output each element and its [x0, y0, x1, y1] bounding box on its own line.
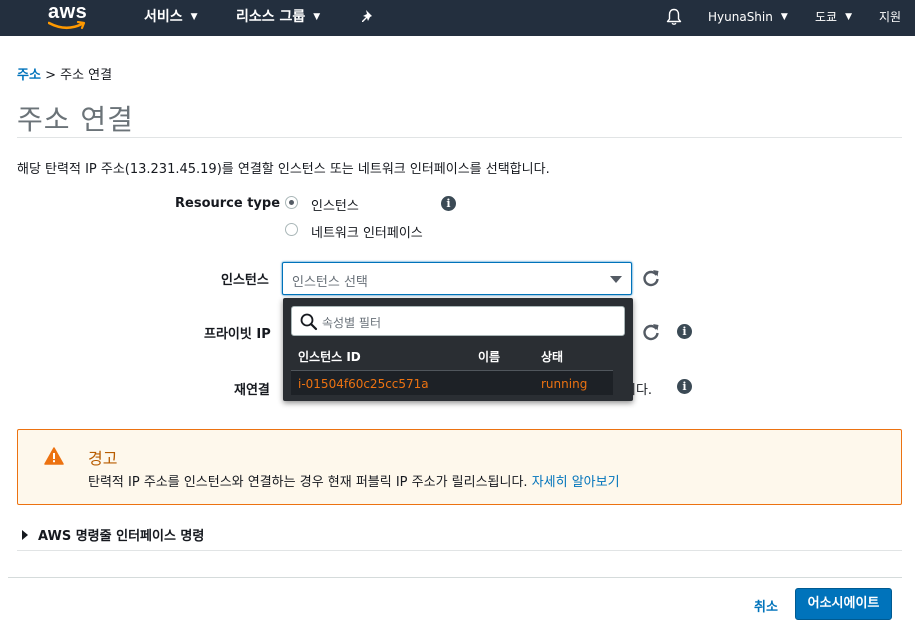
- cli-commands-label: AWS 명령줄 인터페이스 명령: [38, 529, 205, 544]
- caret-right-icon: [22, 530, 28, 540]
- chevron-down-icon: [610, 276, 622, 283]
- instance-state-cell: running: [541, 377, 588, 391]
- filter-input[interactable]: 속성별 필터: [291, 306, 625, 336]
- resource-type-label: Resource type: [175, 196, 281, 211]
- alert-body-text: 탄력적 IP 주소를 인스턴스와 연결하는 경우 현재 퍼블릭 IP 주소가 릴…: [88, 475, 528, 490]
- cli-commands-expander[interactable]: AWS 명령줄 인터페이스 명령: [22, 525, 204, 544]
- resource-groups-label: 리소스 그룹: [236, 9, 306, 25]
- instance-id-cell: i-01504f60c25cc571a: [298, 377, 429, 391]
- warning-alert: 경고 탄력적 IP 주소를 인스턴스와 연결하는 경우 현재 퍼블릭 IP 주소…: [17, 429, 902, 505]
- radio-instance[interactable]: [285, 196, 298, 209]
- breadcrumb-root-link[interactable]: 주소: [17, 68, 41, 83]
- resource-groups-menu[interactable]: 리소스 그룹 ▼: [236, 0, 320, 36]
- user-name: HyunaShin: [708, 10, 773, 24]
- filter-placeholder: 속성별 필터: [322, 316, 382, 330]
- reassociation-label: 재연결: [234, 383, 270, 398]
- instance-label: 인스턴스: [221, 273, 269, 288]
- bell-icon[interactable]: [666, 8, 682, 26]
- services-menu[interactable]: 서비스 ▼: [144, 0, 198, 36]
- private-ip-label: 프라이빗 IP: [204, 327, 271, 342]
- column-header-state: 상태: [541, 350, 564, 364]
- page-description: 해당 탄력적 IP 주소(13.231.45.19)를 연결할 인스턴스 또는 …: [17, 162, 550, 177]
- support-menu[interactable]: 지원: [879, 0, 901, 36]
- services-label: 서비스: [144, 9, 183, 25]
- instance-select-placeholder: 인스턴스 선택: [292, 275, 368, 290]
- instance-select[interactable]: 인스턴스 선택: [282, 262, 632, 295]
- breadcrumb-separator: >: [45, 68, 56, 83]
- user-menu[interactable]: HyunaShin ▼: [708, 0, 788, 36]
- top-navigation-bar: aws 서비스 ▼ 리소스 그룹 ▼ HyunaShin ▼ 도쿄 ▼ 지원: [0, 0, 915, 36]
- radio-network-interface[interactable]: [285, 223, 298, 236]
- info-icon[interactable]: i: [677, 324, 692, 339]
- info-icon[interactable]: i: [441, 196, 456, 211]
- column-header-instance-id: 인스턴스 ID: [298, 350, 361, 364]
- chevron-down-icon: ▼: [780, 12, 788, 22]
- breadcrumb-current: 주소 연결: [60, 68, 113, 83]
- support-label: 지원: [879, 10, 902, 24]
- associate-button[interactable]: 어소시에이트: [795, 588, 892, 620]
- refresh-icon[interactable]: [641, 322, 661, 342]
- info-icon[interactable]: i: [677, 379, 692, 394]
- region-label: 도쿄: [815, 10, 838, 24]
- instance-option-row[interactable]: i-01504f60c25cc571a running: [291, 370, 613, 395]
- section-divider: [17, 550, 902, 551]
- instance-dropdown: 속성별 필터 인스턴스 ID 이름 상태 i-01504f60c25cc571a…: [283, 298, 633, 401]
- chevron-down-icon: ▼: [845, 12, 853, 22]
- region-menu[interactable]: 도쿄 ▼: [815, 0, 852, 36]
- aws-logo[interactable]: aws: [46, 1, 92, 33]
- breadcrumb: 주소 > 주소 연결: [17, 64, 112, 83]
- search-icon: [300, 313, 318, 331]
- alert-body: 탄력적 IP 주소를 인스턴스와 연결하는 경우 현재 퍼블릭 IP 주소가 릴…: [88, 471, 620, 490]
- alert-heading: 경고: [88, 449, 118, 468]
- pin-icon[interactable]: [360, 9, 376, 25]
- column-header-name: 이름: [478, 350, 501, 364]
- refresh-icon[interactable]: [641, 268, 661, 288]
- learn-more-link[interactable]: 자세히 알아보기: [532, 475, 620, 490]
- chevron-down-icon: ▼: [313, 12, 321, 22]
- warning-icon: [44, 447, 64, 465]
- page-title: 주소 연결: [17, 103, 134, 136]
- chevron-down-icon: ▼: [190, 12, 198, 22]
- cancel-button[interactable]: 취소: [754, 596, 778, 615]
- title-divider: [17, 137, 902, 138]
- footer-divider: [8, 577, 902, 578]
- aws-smile-icon: [48, 21, 86, 30]
- radio-network-interface-label[interactable]: 네트워크 인터페이스: [311, 222, 423, 241]
- radio-instance-label[interactable]: 인스턴스: [311, 195, 359, 214]
